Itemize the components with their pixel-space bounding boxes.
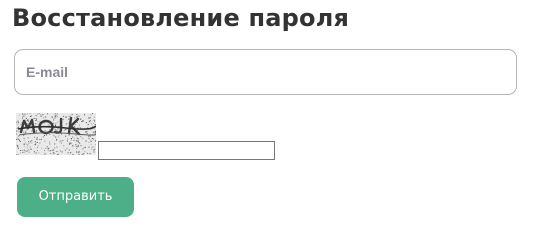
submit-button[interactable]: Отправить bbox=[17, 177, 134, 217]
captcha-image bbox=[16, 113, 96, 155]
email-field[interactable] bbox=[14, 49, 517, 95]
page-title: Восстановление пароля bbox=[12, 4, 350, 32]
captcha-input[interactable] bbox=[98, 141, 275, 160]
